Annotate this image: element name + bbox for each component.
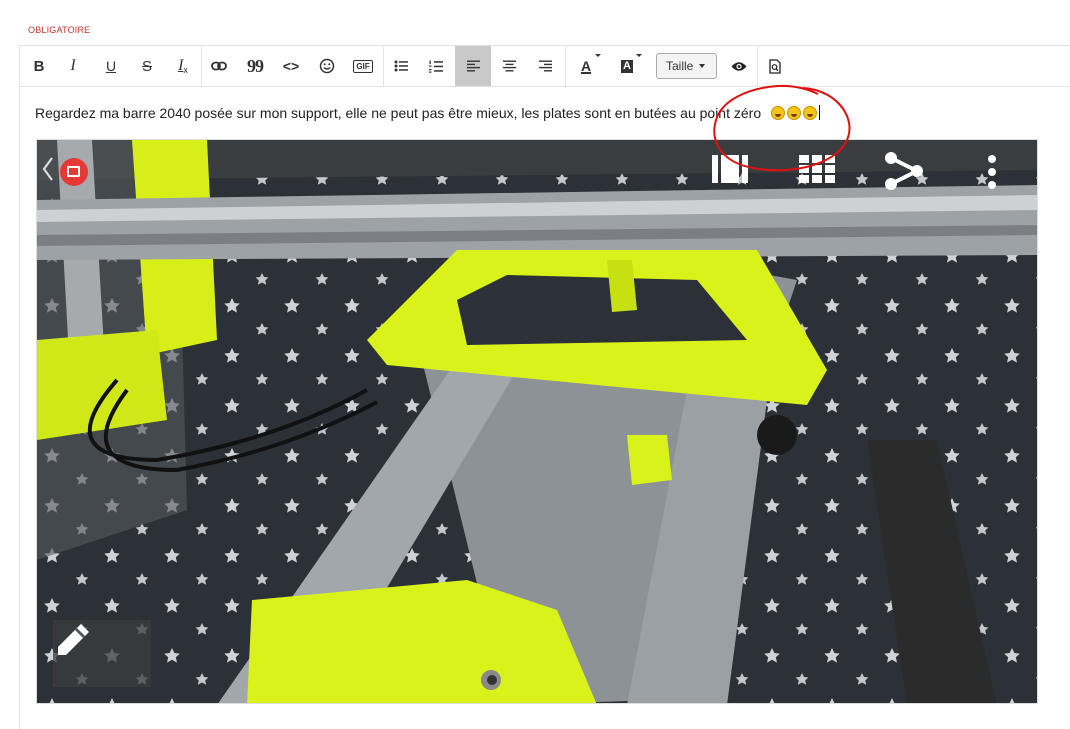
toolbar-separator [383, 46, 384, 86]
align-right-icon [538, 60, 552, 72]
edit-pencil-icon [58, 624, 89, 655]
underline-button[interactable]: U [96, 52, 126, 80]
quote-button[interactable]: 99 [240, 52, 270, 80]
align-right-button[interactable] [530, 52, 560, 80]
bold-button[interactable]: B [24, 52, 54, 80]
link-icon [211, 61, 227, 71]
gif-label: GIF [353, 59, 373, 73]
source-view-button[interactable] [760, 52, 790, 80]
photo-scene [37, 140, 1037, 703]
gif-button[interactable]: GIF [348, 52, 378, 80]
background-color-label: A [621, 59, 633, 73]
dropdown-caret-icon [636, 54, 642, 57]
embedded-photo[interactable] [36, 139, 1038, 704]
align-left-button[interactable] [455, 46, 491, 86]
numbered-list-button[interactable] [421, 52, 451, 80]
dropdown-caret-icon [595, 54, 601, 57]
clear-format-button[interactable]: Ix [168, 52, 198, 80]
document-search-icon [769, 58, 781, 74]
eye-icon [731, 61, 747, 71]
editor-content-text[interactable]: Regardez ma barre 2040 posée sur mon sup… [35, 105, 820, 121]
message-text: Regardez ma barre 2040 posée sur mon sup… [35, 105, 762, 121]
numbered-list-icon [429, 60, 443, 73]
align-left-icon [466, 60, 480, 72]
font-size-label: Taille [666, 59, 694, 73]
text-color-label: A [580, 58, 592, 74]
editor-toolbar: B I U S Ix 99 <> GIF A A Taille [20, 46, 1070, 87]
text-color-button[interactable]: A [568, 52, 604, 80]
align-center-button[interactable] [494, 52, 524, 80]
emoji-button[interactable] [312, 52, 342, 80]
required-label: OBLIGATOIRE [28, 25, 91, 35]
font-size-select[interactable]: Taille [656, 53, 717, 79]
bullet-list-icon [394, 60, 408, 72]
align-center-icon [502, 60, 516, 72]
hand-drawn-circle-annotation [713, 84, 851, 172]
background-color-button[interactable]: A [609, 52, 645, 80]
smiley-icon [319, 58, 335, 74]
chevron-down-icon [699, 64, 706, 68]
preview-button[interactable] [724, 52, 754, 80]
clear-format-sub: x [183, 65, 188, 75]
toolbar-separator [565, 46, 566, 86]
italic-button[interactable]: I [58, 52, 88, 80]
strikethrough-button[interactable]: S [132, 52, 162, 80]
edit-image-button[interactable] [53, 620, 151, 687]
toolbar-separator [201, 46, 202, 86]
bullet-list-button[interactable] [386, 52, 416, 80]
link-button[interactable] [204, 52, 234, 80]
code-button[interactable]: <> [276, 52, 306, 80]
